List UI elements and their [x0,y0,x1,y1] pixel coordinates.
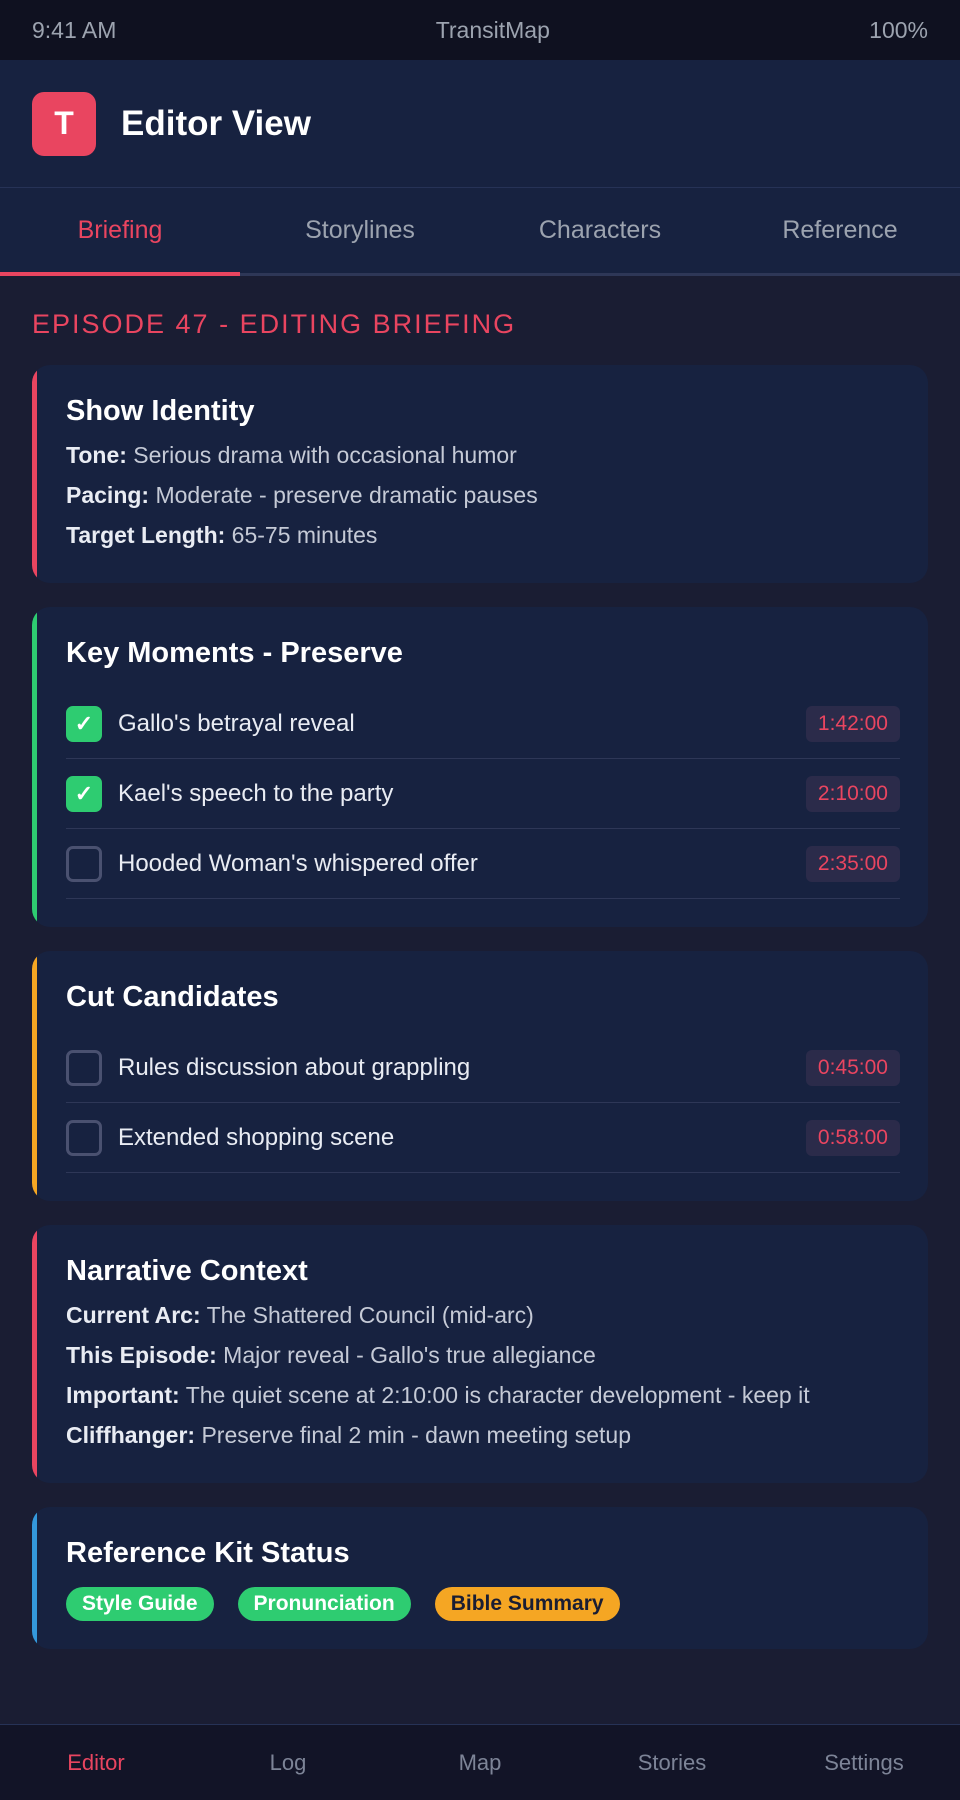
list-item: Hooded Woman's whispered offer 2:35:00 [66,829,900,899]
card-title: Cut Candidates [66,981,279,1013]
this-episode-row: This Episode: Major reveal - Gallo's tru… [66,1335,900,1375]
card-title: Reference Kit Status [66,1537,350,1569]
row-key: Pacing: [66,482,150,508]
list-item: Extended shopping scene 0:58:00 [66,1103,900,1173]
card-title: Narrative Context [66,1255,308,1287]
checkbox-unchecked[interactable] [66,1119,102,1156]
cut-label: Extended shopping scene [118,1123,395,1151]
row-value: 65-75 minutes [225,522,378,548]
tab-briefing[interactable]: Briefing [0,188,240,276]
checkbox-unchecked[interactable] [66,1049,102,1086]
status-time: 9:41 AM [32,16,117,43]
status-bar: 9:41 AM TransitMap 100% [0,0,960,60]
key-moments-card: Key Moments - Preserve ✓ Gallo's betraya… [32,607,928,927]
status-badge-pronunciation[interactable]: Pronunciation [237,1587,411,1621]
tab-reference[interactable]: Reference [720,188,960,273]
cliffhanger-row: Cliffhanger: Preserve final 2 min - dawn… [66,1415,900,1455]
reference-kit-card: Reference Kit Status Style Guide Pronunc… [32,1507,928,1649]
row-value: Moderate - preserve dramatic pauses [149,482,538,508]
checkbox-unchecked[interactable] [66,845,102,882]
app-header: T Editor View [0,60,960,188]
row-value: Major reveal - Gallo's true allegiance [216,1342,596,1368]
nav-item-editor[interactable]: Editor [0,1725,192,1800]
tab-storylines[interactable]: Storylines [240,188,480,273]
row-key: Tone: [66,442,127,468]
status-battery: 100% [869,16,928,43]
timecode-badge: 0:45:00 [805,1049,900,1086]
moment-label: Hooded Woman's whispered offer [118,849,478,877]
page-title: Editor View [121,103,311,143]
timecode-badge: 2:35:00 [805,845,900,882]
nav-item-log[interactable]: Log [192,1725,384,1800]
nav-item-map[interactable]: Map [384,1725,576,1800]
tone-row: Tone: Serious drama with occasional humo… [66,435,900,475]
tab-characters[interactable]: Characters [480,188,720,273]
pacing-row: Pacing: Moderate - preserve dramatic pau… [66,475,900,515]
narrative-context-card: Narrative Context Current Arc: The Shatt… [32,1225,928,1483]
checkbox-checked[interactable]: ✓ [66,705,102,742]
checkbox-checked[interactable]: ✓ [66,775,102,812]
row-value: Preserve final 2 min - dawn meeting setu… [195,1422,631,1448]
current-arc-row: Current Arc: The Shattered Council (mid-… [66,1295,900,1335]
timecode-badge: 2:10:00 [805,775,900,812]
row-key: Current Arc: [66,1302,201,1328]
section-heading: EPISODE 47 - EDITING BRIEFING [32,309,517,339]
nav-item-settings[interactable]: Settings [768,1725,960,1800]
status-badge-style-guide[interactable]: Style Guide [66,1587,214,1621]
cut-candidates-card: Cut Candidates Rules discussion about gr… [32,951,928,1201]
row-key: Important: [66,1382,180,1408]
timecode-badge: 1:42:00 [805,705,900,742]
card-title: Show Identity [66,395,255,427]
cut-label: Rules discussion about grappling [118,1053,471,1081]
list-item: ✓ Kael's speech to the party 2:10:00 [66,759,900,829]
tab-bar: Briefing Storylines Characters Reference [0,188,960,276]
list-item: ✓ Gallo's betrayal reveal 1:42:00 [66,689,900,759]
show-identity-card: Show Identity Tone: Serious drama with o… [32,365,928,583]
moment-label: Kael's speech to the party [118,779,394,807]
main-content: EPISODE 47 - EDITING BRIEFING Show Ident… [0,309,960,1649]
row-value: The quiet scene at 2:10:00 is character … [179,1382,810,1408]
row-key: Target Length: [66,522,226,548]
card-title: Key Moments - Preserve [66,637,403,669]
status-app-name: TransitMap [435,16,550,43]
app-logo-icon: T [32,91,96,156]
row-key: Cliffhanger: [66,1422,196,1448]
bottom-nav: Editor Log Map Stories Settings [0,1724,960,1800]
timecode-badge: 0:58:00 [805,1119,900,1156]
nav-item-stories[interactable]: Stories [576,1725,768,1800]
row-value: The Shattered Council (mid-arc) [200,1302,534,1328]
status-badge-bible-summary[interactable]: Bible Summary [434,1587,620,1621]
row-key: This Episode: [66,1342,217,1368]
important-row: Important: The quiet scene at 2:10:00 is… [66,1375,900,1415]
row-value: Serious drama with occasional humor [126,442,517,468]
moment-label: Gallo's betrayal reveal [118,709,355,737]
list-item: Rules discussion about grappling 0:45:00 [66,1033,900,1103]
target-length-row: Target Length: 65-75 minutes [66,515,900,555]
